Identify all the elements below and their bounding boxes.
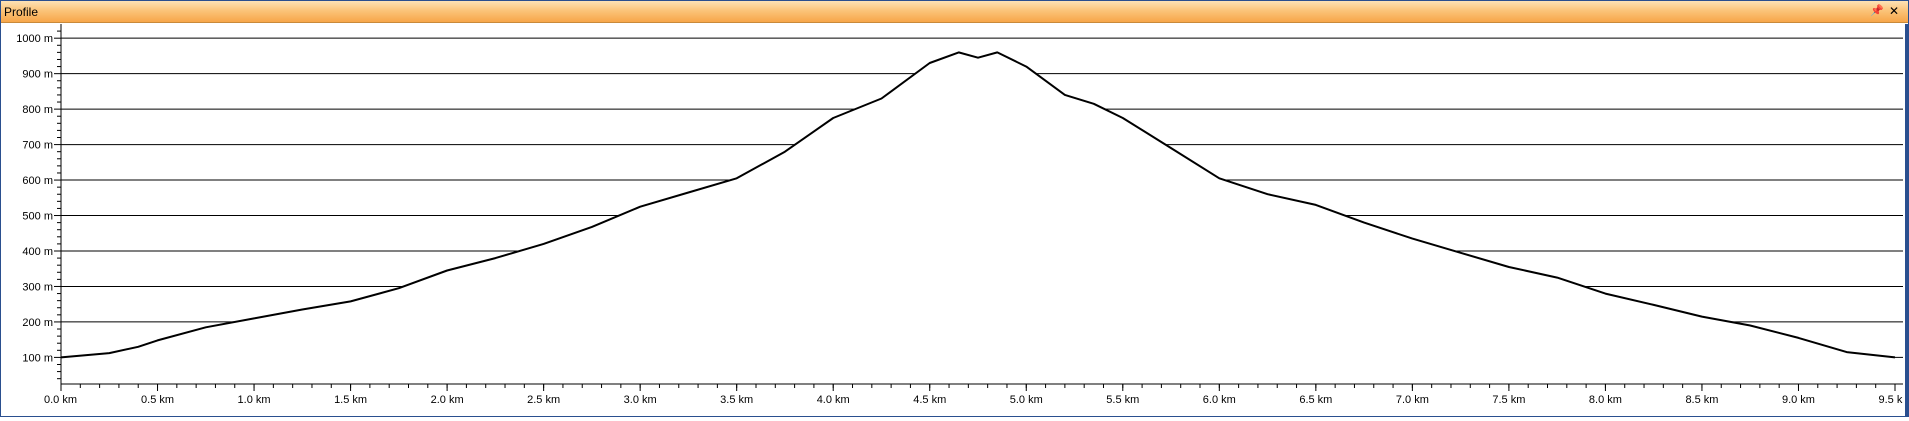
x-tick-label: 3.5 km [720,394,753,406]
y-tick-label: 400 m [22,246,53,258]
y-tick-label: 1000 m [16,33,53,45]
y-tick-label: 800 m [22,104,53,116]
close-icon[interactable]: ✕ [1887,4,1901,18]
x-tick-label: 4.0 km [817,394,850,406]
x-tick-label: 2.5 km [527,394,560,406]
x-tick-label: 1.5 km [334,394,367,406]
x-tick-label: 8.0 km [1589,394,1622,406]
chart-svg: 100 m 200 m 300 m 400 m 500 m 600 m 700 m 800 m… [16,24,1909,406]
window-title: Profile [4,5,39,19]
y-tick-label: 600 m [22,175,53,187]
x-tick-label: 5.5 km [1106,394,1139,406]
x-tick-label: 0.0 km [44,394,77,406]
x-tick-label: 9.0 km [1782,394,1815,406]
x-tick-label: 8.5 km [1685,394,1718,406]
x-tick-label: 3.0 km [624,394,657,406]
y-tick-label: 300 m [22,281,53,293]
x-tick-label: 4.5 km [913,394,946,406]
y-tick-label: 900 m [22,69,53,81]
y-tick-label: 200 m [22,317,53,329]
pin-icon[interactable]: 📌 [1870,4,1884,18]
y-tick-label: 500 m [22,211,53,223]
x-tick-label: 6.0 km [1203,394,1236,406]
x-tick-label: 9.5 km [1878,394,1903,406]
window-right-edge [1905,24,1908,416]
x-tick-label: 6.5 km [1299,394,1332,406]
x-tick-label: 7.0 km [1396,394,1429,406]
y-tick-label: 700 m [22,140,53,152]
x-tick-label: 1.0 km [238,394,271,406]
x-tick-label: 7.5 km [1492,394,1525,406]
elevation-profile-chart: 100 m 200 m 300 m 400 m 500 m 600 m 700 m 800 m… [1,24,1909,416]
title-bar[interactable]: Profile 📌 ✕ [1,1,1908,23]
x-tick-label: 2.0 km [431,394,464,406]
profile-fill [61,52,1895,385]
profile-window: Profile 📌 ✕ 100 m 200 m 300 m 400 m 500 m 600… [0,0,1909,417]
y-tick-label: 100 m [22,352,53,364]
x-tick-label: 0.5 km [141,394,174,406]
x-tick-label: 5.0 km [1010,394,1043,406]
